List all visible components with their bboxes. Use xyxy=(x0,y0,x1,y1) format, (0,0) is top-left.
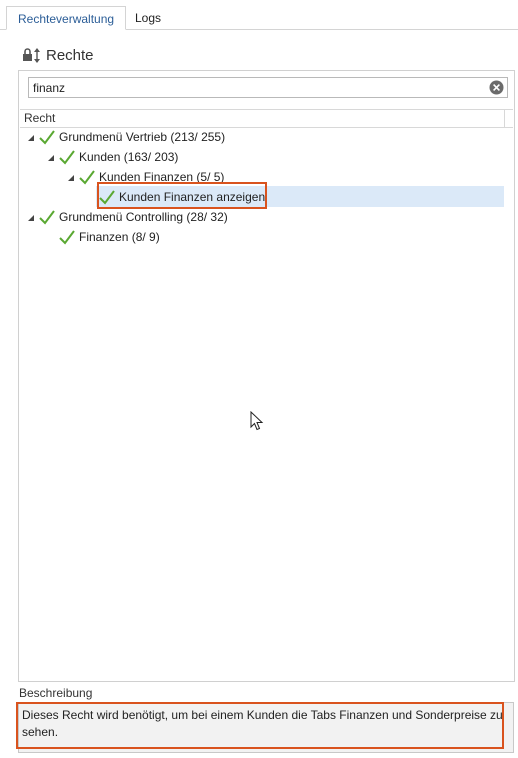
check-icon xyxy=(39,130,55,145)
check-icon xyxy=(79,170,95,185)
column-separator xyxy=(504,110,505,127)
check-icon xyxy=(39,210,55,225)
column-header-recht[interactable]: Recht xyxy=(24,111,55,125)
search-box xyxy=(28,77,508,98)
annotation-highlight-description xyxy=(16,702,504,749)
expand-triangle-icon[interactable] xyxy=(47,154,55,162)
tree-item-label: Finanzen (8/ 9) xyxy=(79,230,160,244)
tree-item[interactable]: Finanzen (8/ 9) xyxy=(40,227,500,247)
description-label: Beschreibung xyxy=(19,686,93,700)
expand-triangle-icon[interactable] xyxy=(27,214,35,222)
tree-item[interactable]: Grundmenü Controlling (28/ 32) xyxy=(20,207,500,227)
tree-item-label: Grundmenü Vertrieb (213/ 255) xyxy=(59,130,226,144)
annotation-highlight-selected xyxy=(97,182,267,209)
tree-item-label: Grundmenü Controlling (28/ 32) xyxy=(59,210,228,224)
grid-header: Recht xyxy=(20,109,513,128)
section-header: Rechte xyxy=(22,44,94,66)
clear-icon[interactable] xyxy=(489,80,504,95)
lock-sort-icon xyxy=(22,45,44,65)
check-icon xyxy=(59,150,75,165)
mouse-cursor-icon xyxy=(250,411,264,431)
tab-logs[interactable]: Logs xyxy=(124,6,172,30)
tab-rechteverwaltung[interactable]: Rechteverwaltung xyxy=(6,6,127,30)
tab-bar: Rechteverwaltung Logs xyxy=(0,0,518,30)
tree-item-label: Kunden (163/ 203) xyxy=(79,150,179,164)
tree-item[interactable]: Kunden (163/ 203) xyxy=(40,147,500,167)
tree-item[interactable]: Grundmenü Vertrieb (213/ 255) xyxy=(20,127,500,147)
section-title: Rechte xyxy=(46,46,94,64)
search-input[interactable] xyxy=(33,79,473,96)
expand-triangle-icon[interactable] xyxy=(27,134,35,142)
check-icon xyxy=(59,230,75,245)
expand-triangle-icon[interactable] xyxy=(67,174,75,182)
